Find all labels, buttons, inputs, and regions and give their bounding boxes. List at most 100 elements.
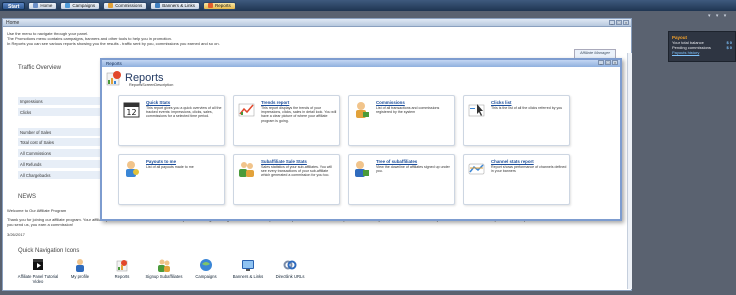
card-payouts-to-me[interactable]: Payouts to me List of all payouts made t…: [118, 154, 225, 205]
news-date: 3/26/2017: [7, 232, 25, 237]
tab-commissions[interactable]: Commissions: [103, 1, 148, 10]
home-title: Home: [6, 19, 20, 26]
quicknav-label: Banners & Links: [232, 274, 264, 279]
intro-line: In Reports you can see various reports s…: [7, 41, 220, 46]
profile-icon: [76, 259, 84, 272]
home-titlebar: Home: [3, 19, 631, 27]
banner-icon: [155, 3, 161, 8]
channel-icon: [468, 163, 485, 175]
tab-home[interactable]: Home: [28, 1, 58, 10]
clicks-icon: [468, 104, 485, 117]
quicknav-directlink[interactable]: Directlink URLs: [269, 258, 311, 279]
campaign-icon: [200, 259, 212, 271]
quicknav-label: Campaigns: [195, 274, 217, 279]
quicknav-signup[interactable]: Signup Subaffiliates: [143, 258, 185, 279]
stat-clicks: Clicks: [18, 108, 108, 117]
card-tree-of-subaffiliates[interactable]: Tree of subaffiliates View the downline …: [348, 154, 455, 205]
card-title[interactable]: Quick Stats: [146, 100, 170, 105]
quicknav-banners[interactable]: Banners & Links: [227, 258, 269, 279]
tab-banners-links[interactable]: Banners & Links: [150, 1, 200, 10]
quicknav-label: My profile: [70, 274, 90, 279]
tab-reports[interactable]: Reports: [202, 1, 236, 10]
quicknav-video[interactable]: Affiliate Panel Tutorial Video: [17, 258, 59, 284]
directlink-icon: [283, 260, 297, 270]
card-description: List of all transactions and commissions…: [376, 106, 440, 115]
card-channel-stats-report[interactable]: Channel stats report Report shows perfor…: [463, 154, 570, 205]
quicknav-campaigns[interactable]: Campaigns: [185, 258, 227, 279]
signup-icon: [158, 259, 170, 272]
window-controls[interactable]: ▾ ▾ ▾: [708, 13, 728, 19]
pending-value: $ 0: [726, 45, 732, 50]
maximize-button[interactable]: □: [616, 20, 622, 25]
tab-label: Campaigns: [72, 2, 96, 8]
home-icon: [33, 3, 39, 8]
card-description: This report displays the trends of your …: [261, 106, 337, 123]
campaign-icon: [65, 3, 71, 8]
start-button[interactable]: Start: [2, 1, 26, 10]
scrollbar[interactable]: [627, 53, 632, 289]
card-title[interactable]: Subaffiliate Sale Stats: [261, 159, 307, 164]
stat-sales: Number of Sales: [18, 128, 108, 137]
quicknav-reports[interactable]: Reports: [101, 258, 143, 279]
close-button[interactable]: ×: [623, 20, 629, 25]
reports-icon: [207, 3, 213, 8]
news-headline: Welcome to Our Affiliate Program: [7, 208, 67, 213]
tab-label: Reports: [214, 2, 231, 8]
payout-panel: Payout Your total balance $ 0 Pending com…: [668, 31, 736, 62]
quicknav-label: Reports: [114, 274, 130, 279]
tree-icon: [355, 161, 369, 177]
stat-commissions: All Commissions: [18, 149, 108, 158]
minimize-button[interactable]: _: [598, 60, 604, 65]
taskbar: Start Home Campaigns Commissions Banners…: [0, 0, 736, 11]
minimize-button[interactable]: _: [609, 20, 615, 25]
reports-window: Reports _ □ × Reports ReportsScreenDescrip…: [100, 58, 622, 221]
card-clicks-list[interactable]: Clicks list This is the list of all the …: [463, 95, 570, 146]
reports-description: ReportsScreenDescription: [129, 83, 174, 87]
news-title: NEWS: [18, 194, 36, 200]
card-trends-report[interactable]: Trends report This report displays the t…: [233, 95, 340, 146]
reports-titlebar: Reports: [102, 60, 620, 67]
payouts-history-link[interactable]: Payouts history: [672, 50, 732, 55]
stat-chargebacks: All Chargebacks: [18, 171, 108, 180]
card-description: Report shows performance of channels def…: [491, 165, 567, 174]
card-description: This is the list of all the clicks refer…: [491, 106, 563, 110]
stat-cost-sales: Total cost of Sales: [18, 138, 108, 147]
tab-label: Commissions: [115, 2, 143, 8]
card-quick-stats[interactable]: 12 Quick Stats This report gives you a q…: [118, 95, 225, 146]
banner-icon: [242, 260, 254, 271]
svg-text:12: 12: [126, 108, 136, 117]
card-description: Sales statistics of your sub-affiliates.…: [261, 165, 332, 178]
reports-window-title: Reports: [106, 61, 122, 66]
card-commissions[interactable]: Commissions List of all transactions and…: [348, 95, 455, 146]
card-description: View the downline of affiliates signed u…: [376, 165, 450, 174]
card-title[interactable]: Trends report: [261, 100, 289, 105]
calendar-icon: 12: [123, 102, 140, 118]
commissions-icon: [356, 102, 369, 118]
traffic-overview-title: Traffic Overview: [18, 65, 62, 71]
quicknav-label: Signup Subaffiliates: [145, 274, 183, 279]
quicknav-title: Quick Navigation Icons: [18, 248, 80, 254]
card-title[interactable]: Tree of subaffiliates: [376, 159, 417, 164]
reports-icon: [116, 260, 128, 272]
card-title[interactable]: Commissions: [376, 100, 405, 105]
tab-label: Home: [40, 2, 53, 8]
reports-icon: [106, 71, 121, 86]
card-subaffiliate-sale-stats[interactable]: Subaffiliate Sale Stats Sales statistics…: [233, 154, 340, 205]
commission-icon: [108, 3, 114, 8]
quicknav-label: Affiliate Panel Tutorial Video: [17, 274, 59, 284]
quicknav-label: Directlink URLs: [275, 274, 305, 279]
quicknav-profile[interactable]: My profile: [59, 258, 101, 279]
card-title[interactable]: Payouts to me: [146, 159, 176, 164]
card-description: This report gives you a quick overview o…: [146, 106, 222, 119]
video-icon: [33, 259, 43, 270]
maximize-button[interactable]: □: [605, 60, 611, 65]
close-button[interactable]: ×: [612, 60, 618, 65]
card-title[interactable]: Clicks list: [491, 100, 512, 105]
stat-impressions: Impressions: [18, 97, 108, 106]
card-description: List of all payouts made to me: [146, 165, 194, 169]
stat-refunds: All Refunds: [18, 160, 108, 169]
tab-label: Banners & Links: [162, 2, 195, 8]
card-title[interactable]: Channel stats report: [491, 159, 534, 164]
tab-campaigns[interactable]: Campaigns: [60, 1, 101, 10]
trends-chart-icon: [238, 103, 255, 117]
